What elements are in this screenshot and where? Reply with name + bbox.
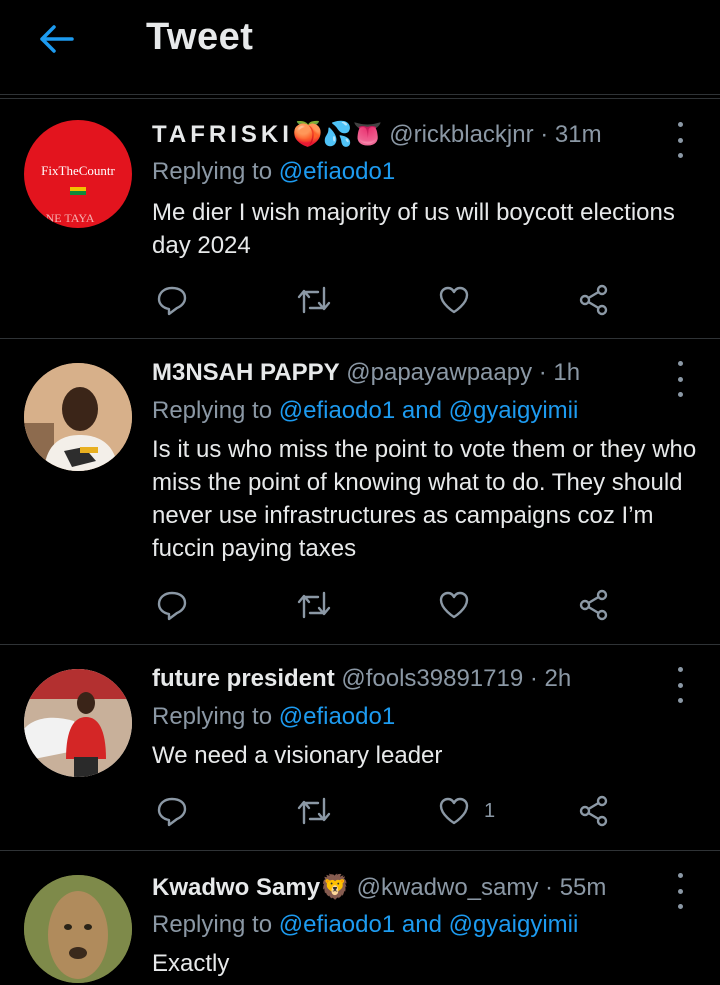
like-button[interactable]: 1 — [438, 793, 495, 829]
more-options-icon[interactable] — [670, 122, 690, 158]
avatar[interactable] — [24, 363, 132, 471]
replying-label: Replying to — [152, 158, 279, 185]
heart-icon — [439, 797, 469, 825]
like-button[interactable] — [438, 282, 484, 318]
tweet-actions — [152, 587, 622, 623]
share-icon — [579, 795, 608, 827]
replying-to: Replying to @efiaodo1 — [152, 703, 395, 731]
avatar-image — [24, 669, 132, 777]
reply-button[interactable] — [156, 587, 188, 623]
share-button[interactable] — [578, 282, 610, 318]
display-name[interactable]: Kwadwo Samy — [152, 874, 320, 901]
replying-to: Replying to @efiaodo1 and @gyaigyimii — [152, 911, 578, 939]
tweet-header: M3NSAH PAPPY @papayawpaapy · 1h — [152, 359, 580, 387]
reply-icon — [157, 591, 187, 621]
tweet-actions: 1 — [152, 793, 622, 829]
mention-link[interactable]: @efiaodo1 — [279, 703, 395, 730]
avatar-text-secondary: NE TAYA — [46, 211, 95, 225]
tweet-reply[interactable]: FixTheCountr NE TAYA TAFRISKI🍑💦👅 @rickbl… — [0, 100, 720, 339]
retweet-button[interactable] — [296, 793, 332, 829]
replying-label: Replying to — [152, 703, 279, 730]
reply-button[interactable] — [156, 793, 188, 829]
name-emoji: 🍑💦👅 — [292, 121, 383, 148]
display-name[interactable]: M3NSAH PAPPY — [152, 359, 340, 386]
handle-and-time[interactable]: @fools39891719 · 2h — [341, 665, 571, 692]
name-emoji: 🦁 — [320, 874, 350, 901]
tweet-text: Exactly — [152, 950, 230, 977]
avatar[interactable]: FixTheCountr NE TAYA — [24, 120, 132, 228]
share-button[interactable] — [578, 587, 610, 623]
more-options-icon[interactable] — [670, 667, 690, 703]
tweet-header: Kwadwo Samy🦁 @kwadwo_samy · 55m — [152, 873, 606, 902]
divider — [0, 98, 720, 99]
reply-button[interactable] — [156, 282, 188, 318]
replying-and: and — [395, 911, 449, 938]
tweet-header: future president @fools39891719 · 2h — [152, 665, 571, 693]
handle-and-time[interactable]: @kwadwo_samy · 55m — [357, 874, 607, 901]
tweet-text: Me dier I wish majority of us will boyco… — [152, 199, 675, 259]
tweet-reply[interactable]: Kwadwo Samy🦁 @kwadwo_samy · 55m Replying… — [0, 851, 720, 985]
replying-to: Replying to @efiaodo1 and @gyaigyimii — [152, 397, 578, 425]
replying-label: Replying to — [152, 397, 279, 424]
avatar-image — [24, 363, 132, 471]
tweet-reply[interactable]: future president @fools39891719 · 2h Rep… — [0, 645, 720, 851]
mention-link[interactable]: @gyaigyimii — [449, 911, 579, 938]
replying-to: Replying to @efiaodo1 — [152, 158, 395, 186]
handle-and-time[interactable]: @rickblackjnr · 31m — [389, 121, 601, 148]
retweet-button[interactable] — [296, 282, 332, 318]
replying-and: and — [395, 397, 449, 424]
retweet-icon — [297, 797, 331, 825]
replying-label: Replying to — [152, 911, 279, 938]
share-icon — [579, 589, 608, 621]
avatar-text: FixTheCountr — [41, 163, 115, 178]
like-button[interactable] — [438, 587, 484, 623]
tweet-actions — [152, 282, 622, 318]
share-button[interactable] — [578, 793, 610, 829]
share-icon — [579, 284, 608, 316]
heart-icon — [439, 286, 469, 314]
reply-icon — [157, 286, 187, 316]
avatar[interactable] — [24, 669, 132, 777]
back-button[interactable] — [30, 18, 82, 60]
heart-icon — [439, 591, 469, 619]
handle-and-time[interactable]: @papayawpaapy · 1h — [346, 359, 580, 386]
more-options-icon[interactable] — [670, 361, 690, 397]
retweet-icon — [297, 286, 331, 314]
mention-link[interactable]: @efiaodo1 — [279, 397, 395, 424]
avatar[interactable] — [24, 875, 132, 983]
tweet-text: Is it us who miss the point to vote them… — [152, 436, 697, 562]
mention-link[interactable]: @efiaodo1 — [279, 158, 395, 185]
arrow-left-icon — [40, 25, 74, 53]
retweet-button[interactable] — [296, 587, 332, 623]
avatar-image: FixTheCountr NE TAYA — [41, 163, 115, 225]
avatar-image — [24, 875, 132, 983]
top-bar: Tweet — [0, 0, 720, 95]
like-count: 1 — [484, 799, 496, 822]
page-title: Tweet — [146, 16, 254, 58]
mention-link[interactable]: @efiaodo1 — [279, 911, 395, 938]
display-name[interactable]: future president — [152, 665, 335, 692]
reply-icon — [157, 797, 187, 827]
tweet-reply[interactable]: M3NSAH PAPPY @papayawpaapy · 1h Replying… — [0, 339, 720, 645]
tweet-text: We need a visionary leader — [152, 742, 443, 769]
more-options-icon[interactable] — [670, 873, 690, 909]
tweet-header: TAFRISKI🍑💦👅 @rickblackjnr · 31m — [152, 120, 602, 149]
display-name[interactable]: TAFRISKI — [152, 121, 293, 148]
mention-link[interactable]: @gyaigyimii — [449, 397, 579, 424]
retweet-icon — [297, 591, 331, 619]
